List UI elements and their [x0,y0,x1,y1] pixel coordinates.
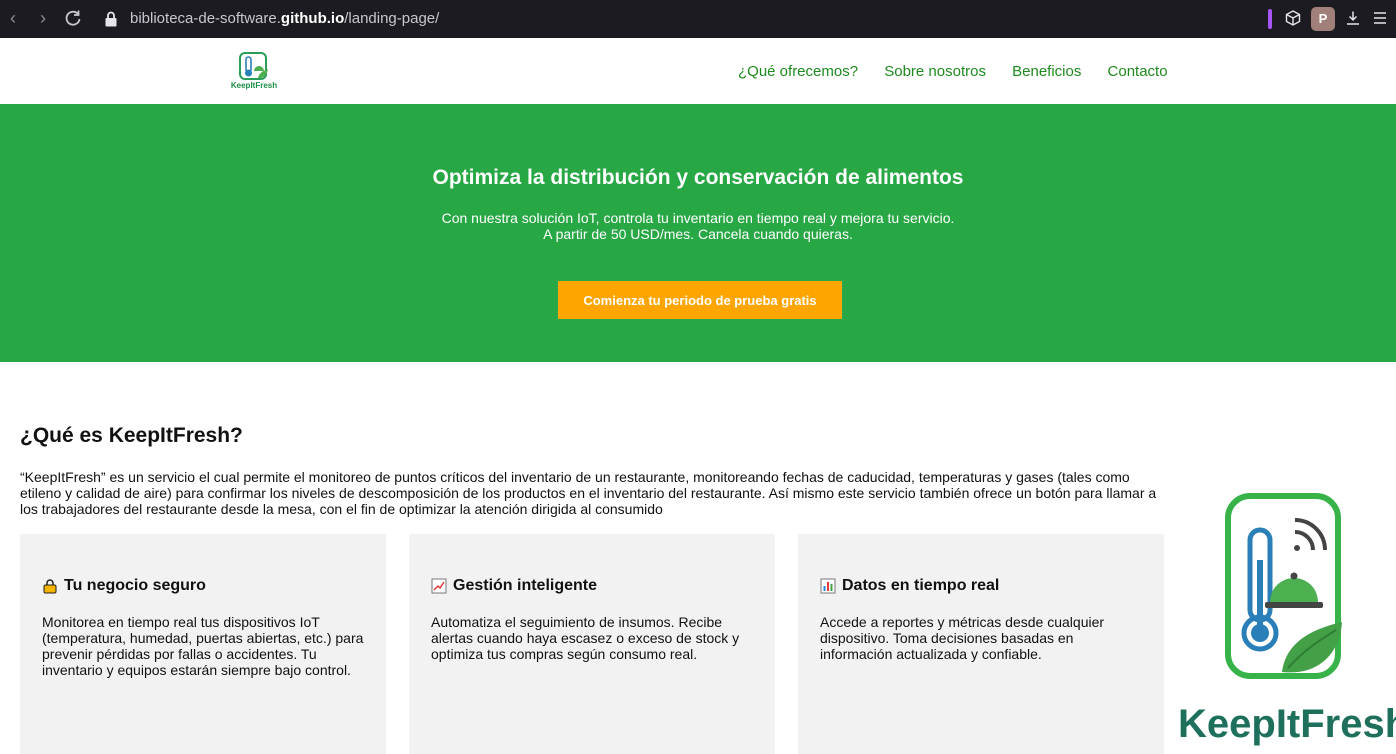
nav-link-beneficios[interactable]: Beneficios [1012,63,1081,80]
main-nav: ¿Qué ofrecemos? Sobre nosotros Beneficio… [738,63,1190,80]
lock-icon [43,579,57,594]
card-title-text: Datos en tiempo real [842,577,1000,594]
download-icon[interactable] [1345,10,1361,26]
site-header: KeepItFresh ¿Qué ofrecemos? Sobre nosotr… [0,38,1396,104]
feature-card-realtime-data: Datos en tiempo real Accede a reportes y… [798,534,1164,754]
card-title-text: Gestión inteligente [453,577,598,594]
card-title-text: Tu negocio seguro [64,577,206,594]
site-logo[interactable]: KeepItFresh [226,52,282,92]
hero-section: Optimiza la distribución y conservación … [0,104,1396,362]
thermometer-leaf-logo-icon [1225,493,1342,679]
feature-card-smart-management: Gestión inteligente Automatiza el seguim… [409,534,775,754]
card-text: Automatiza el seguimiento de insumos. Re… [431,614,740,662]
free-trial-button[interactable]: Comienza tu periodo de prueba gratis [558,281,842,319]
browser-toolbar: ‹ › biblioteca-de-software.github.io/lan… [0,0,1396,38]
card-title: Datos en tiempo real [820,577,999,595]
url-path: /landing-page/ [344,10,440,27]
extension-indicator [1268,9,1272,29]
large-logo-text: KeepItFresh [1178,702,1396,746]
address-bar[interactable]: biblioteca-de-software.github.io/landing… [130,11,439,27]
hero-subtitle: Con nuestra solución IoT, controla tu in… [0,210,1396,242]
card-text: Monitorea en tiempo real tus dispositivo… [42,614,364,678]
lock-icon [105,11,117,27]
logo-text: KeepItFresh [230,81,278,90]
card-title: Gestión inteligente [431,577,597,595]
url-domain: github.io [280,10,345,27]
extensions-icon[interactable] [1285,10,1301,26]
keepitfresh-large-logo: KeepItFresh [1178,490,1396,746]
about-title: ¿Qué es KeepItFresh? [20,424,243,447]
hero-title: Optimiza la distribución y conservación … [432,166,964,189]
nav-link-contacto[interactable]: Contacto [1108,63,1168,80]
profile-avatar[interactable]: P [1311,7,1335,31]
url-prefix: biblioteca-de-software. [130,10,281,27]
forward-icon[interactable]: › [40,9,46,27]
nav-link-que-ofrecemos[interactable]: ¿Qué ofrecemos? [738,63,858,80]
card-text: Accede a reportes y métricas desde cualq… [820,614,1105,662]
card-title: Tu negocio seguro [42,577,206,595]
reload-icon[interactable] [63,8,83,28]
hero-subtitle-line1: Con nuestra solución IoT, controla tu in… [441,210,955,226]
nav-link-sobre-nosotros[interactable]: Sobre nosotros [884,63,986,80]
feature-card-secure: Tu negocio seguro Monitorea en tiempo re… [20,534,386,754]
about-description: “KeepItFresh” es un servicio el cual per… [20,469,1157,517]
bar-chart-icon [820,578,836,594]
trend-chart-icon [431,578,447,594]
back-icon[interactable]: ‹ [10,9,16,27]
keepitfresh-logo-icon [239,52,268,80]
menu-icon[interactable] [1372,10,1388,26]
hero-subtitle-line2: A partir de 50 USD/mes. Cancela cuando q… [543,226,853,242]
